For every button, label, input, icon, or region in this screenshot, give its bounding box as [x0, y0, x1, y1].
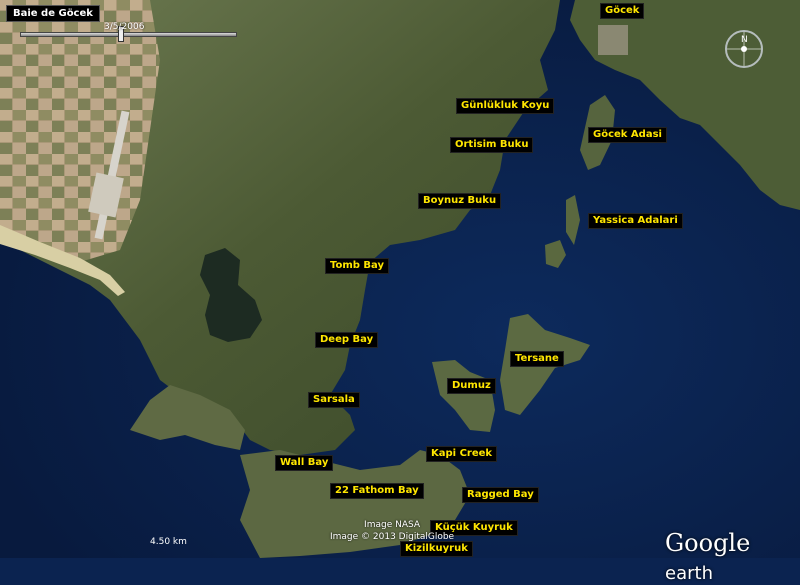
label-tersane[interactable]: Tersane: [510, 351, 564, 367]
label-gocek-adasi[interactable]: Göcek Adasi: [588, 127, 667, 143]
date-text: 3/5/2006: [104, 22, 145, 32]
label-deep[interactable]: Deep Bay: [315, 332, 379, 348]
label-wall[interactable]: Wall Bay: [275, 455, 334, 471]
credit-line-1: Image NASA: [364, 520, 421, 530]
scale-text: 4.50 km: [150, 537, 187, 547]
label-gocek[interactable]: Göcek: [600, 3, 645, 19]
label-ragged[interactable]: Ragged Bay: [462, 487, 539, 503]
label-yassica[interactable]: Yassica Adalari: [588, 213, 683, 229]
scale-bar: 4.50 km: [150, 537, 187, 547]
label-boynuz[interactable]: Boynuz Buku: [418, 193, 502, 209]
slider-track[interactable]: [20, 32, 237, 37]
label-fathom[interactable]: 22 Fathom Bay: [330, 483, 424, 499]
satellite-map[interactable]: N: [0, 0, 800, 558]
google-earth-logo: Google earth: [665, 529, 800, 585]
logo-google: Google: [665, 529, 751, 557]
label-gunlukluk[interactable]: Günlükluk Koyu: [456, 98, 555, 114]
map-title: Baie de Göcek: [6, 5, 100, 22]
label-dumuz[interactable]: Dumuz: [447, 378, 496, 394]
compass-icon[interactable]: N: [725, 30, 763, 68]
compass-north-letter: N: [741, 35, 748, 45]
logo-earth: earth: [665, 563, 713, 584]
label-kapi[interactable]: Kapi Creek: [426, 446, 498, 462]
image-credits: Image NASA Image © 2013 DigitalGlobe: [330, 519, 454, 543]
credit-line-2: Image © 2013 DigitalGlobe: [330, 532, 455, 542]
gocek-town: [598, 25, 628, 55]
label-ortisim[interactable]: Ortisim Buku: [450, 137, 534, 153]
label-tomb[interactable]: Tomb Bay: [325, 258, 390, 274]
label-kizil[interactable]: Kizilkuyruk: [400, 541, 473, 557]
label-sarsala[interactable]: Sarsala: [308, 392, 360, 408]
